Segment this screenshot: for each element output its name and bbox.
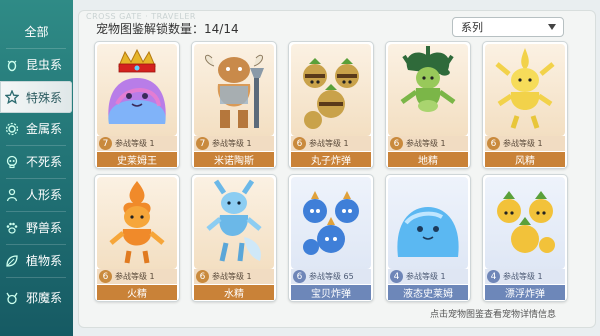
battle-level: 参战等级 1 [503, 139, 543, 148]
series-filter-dropdown[interactable]: 系列 [452, 17, 564, 37]
tab-special[interactable]: 特殊系 [0, 81, 72, 113]
pet-name: 丸子炸弹 [291, 152, 371, 167]
unlock-count: 14/14 [204, 22, 239, 36]
battle-level: 参战等级 1 [406, 272, 446, 281]
tab-undead[interactable]: 不死系 [0, 146, 73, 177]
pet-name: 宝贝炸弹 [291, 285, 371, 300]
unlock-count-label: 宠物图鉴解锁数量：14/14 [96, 20, 239, 37]
bug-icon [4, 57, 20, 73]
tab-label: 不死系 [26, 155, 63, 169]
divider [6, 277, 66, 278]
pet-number-badge: 6 [293, 137, 306, 150]
pet-art-earth-spirit [388, 44, 468, 136]
battle-level: 参战等级 1 [212, 272, 252, 281]
tab-demon[interactable]: 邪魔系 [0, 282, 73, 313]
battle-level: 参战等级 1 [212, 139, 252, 148]
battle-level: 参战等级 1 [115, 139, 155, 148]
tab-label: 金属系 [26, 122, 63, 136]
pet-art-baby-bombs [291, 177, 371, 269]
tab-label: 昆虫系 [26, 58, 63, 72]
pet-number-badge: 4 [487, 270, 500, 283]
pet-art-wind-spirit [485, 44, 565, 136]
paw-icon [4, 220, 20, 236]
pet-card[interactable]: 6 参战等级 1 丸子炸弹 [288, 41, 374, 169]
pet-card[interactable]: 7 参战等级 1 米诺陶斯 [191, 41, 277, 169]
pet-number-badge: 6 [390, 137, 403, 150]
person-icon [4, 187, 20, 203]
pet-card[interactable]: 7 参战等级 1 史莱姆王 [94, 41, 180, 169]
tab-label: 特殊系 [26, 90, 63, 105]
unlock-label-text: 宠物图鉴解锁数量： [96, 22, 205, 36]
pet-number-badge: 6 [293, 270, 306, 283]
pet-number-badge: 6 [99, 270, 112, 283]
filter-label: 系列 [461, 21, 483, 34]
pet-name: 风精 [485, 152, 565, 167]
pet-art-liquid-slime [388, 177, 468, 269]
pet-name: 地精 [388, 152, 468, 167]
category-sidebar: 全部 昆虫系 特殊系 金属系 不死系 人形系 野兽系 植物系 邪魔系 [0, 0, 73, 336]
pet-name: 液态史莱姆 [388, 285, 468, 300]
battle-level: 参战等级 1 [406, 139, 446, 148]
pet-card[interactable]: 6 参战等级 1 地精 [385, 41, 471, 169]
demon-icon [4, 290, 20, 306]
tab-insect[interactable]: 昆虫系 [0, 49, 73, 80]
pet-card[interactable]: 4 参战等级 1 液态史莱姆 [385, 174, 471, 302]
pet-number-badge: 6 [196, 270, 209, 283]
tab-label: 邪魔系 [26, 291, 63, 305]
pet-art-water-spirit [194, 177, 274, 269]
battle-level: 参战等级 1 [503, 272, 543, 281]
pet-card[interactable]: 6 参战等级 1 水精 [191, 174, 277, 302]
tab-label: 野兽系 [26, 221, 63, 235]
pet-card[interactable]: 6 参战等级 65 宝贝炸弹 [288, 174, 374, 302]
tab-humanoid[interactable]: 人形系 [0, 179, 73, 210]
pet-name: 米诺陶斯 [194, 152, 274, 167]
tab-all[interactable]: 全部 [0, 16, 73, 47]
tab-plant[interactable]: 植物系 [0, 245, 73, 276]
gear-icon [4, 121, 20, 137]
star-icon [4, 89, 20, 105]
pet-art-floating-bombs [485, 177, 565, 269]
pet-card[interactable]: 4 参战等级 1 漂浮炸弹 [482, 174, 568, 302]
pet-number-badge: 4 [390, 270, 403, 283]
pet-number-badge: 7 [196, 137, 209, 150]
pet-name: 漂浮炸弹 [485, 285, 565, 300]
battle-level: 参战等级 1 [115, 272, 155, 281]
tab-label: 全部 [24, 25, 49, 39]
battle-level: 参战等级 65 [309, 272, 354, 281]
pet-art-fire-spirit [97, 177, 177, 269]
pet-number-badge: 6 [487, 137, 500, 150]
chevron-down-icon [548, 24, 556, 30]
pet-art-minotaur [194, 44, 274, 136]
tab-metal[interactable]: 金属系 [0, 113, 73, 144]
pet-art-slime-king [97, 44, 177, 136]
skull-icon [4, 154, 20, 170]
pet-name: 水精 [194, 285, 274, 300]
pet-card[interactable]: 6 参战等级 1 火精 [94, 174, 180, 302]
leaf-icon [4, 253, 20, 269]
footer-hint: 点击宠物图鉴查看宠物详情信息 [430, 310, 557, 320]
pet-number-badge: 7 [99, 137, 112, 150]
tab-label: 植物系 [26, 254, 63, 268]
pet-card[interactable]: 6 参战等级 1 风精 [482, 41, 568, 169]
pet-art-ball-bombs [291, 44, 371, 136]
pet-name: 史莱姆王 [97, 152, 177, 167]
tab-beast[interactable]: 野兽系 [0, 212, 73, 243]
pet-name: 火精 [97, 285, 177, 300]
battle-level: 参战等级 1 [309, 139, 349, 148]
tab-label: 人形系 [26, 188, 63, 202]
